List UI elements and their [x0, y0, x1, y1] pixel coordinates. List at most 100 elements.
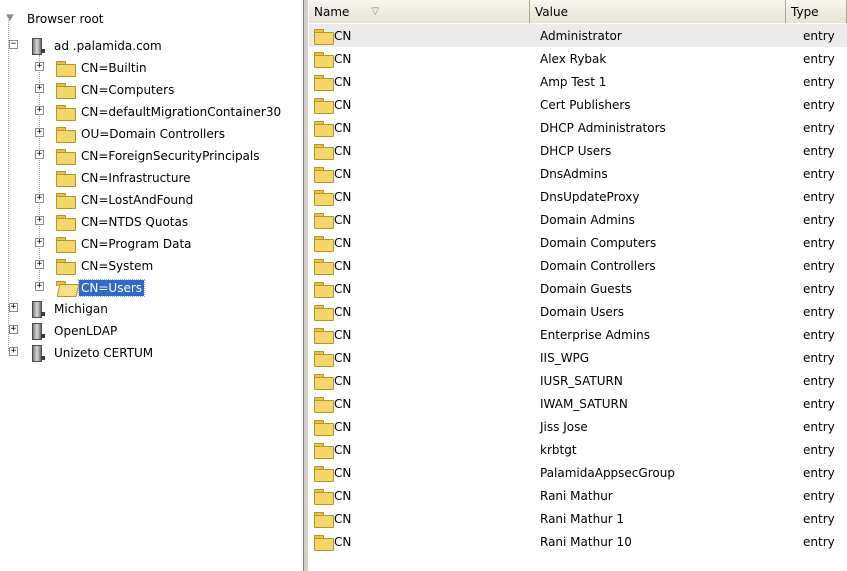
column-header-type[interactable]: Type — [786, 0, 847, 23]
tree-node-computers[interactable]: CN=Computers — [56, 79, 176, 100]
expand-toggle[interactable]: + — [35, 106, 44, 115]
value-cell: IIS_WPG — [540, 350, 590, 365]
value-cell: Alex Rybak — [540, 51, 607, 66]
folder-icon — [314, 51, 334, 68]
name-cell: CN — [314, 139, 351, 162]
table-row[interactable]: CN Domain Controllers entry — [309, 254, 847, 277]
table-row[interactable]: CN DnsUpdateProxy entry — [309, 185, 847, 208]
folder-icon — [56, 258, 76, 275]
tree-node-domain-controllers[interactable]: OU=Domain Controllers — [56, 123, 227, 144]
browser-root-icon: ⯆ — [4, 10, 16, 27]
table-row[interactable]: CN Domain Guests entry — [309, 277, 847, 300]
expand-toggle[interactable]: + — [35, 260, 44, 269]
name-cell: CN — [314, 231, 351, 254]
tree-node-browser-root[interactable]: ⯆ Browser root — [3, 8, 106, 29]
expand-toggle[interactable]: + — [35, 216, 44, 225]
expand-toggle[interactable]: + — [35, 62, 44, 71]
tree-node-michigan[interactable]: Michigan — [30, 298, 110, 319]
expand-toggle[interactable]: + — [35, 84, 44, 93]
table-row[interactable]: CN IIS_WPG entry — [309, 346, 847, 369]
list-header: Name ▽ Value Type — [309, 0, 847, 23]
folder-icon — [314, 488, 334, 505]
tree-node-label: Browser root — [27, 11, 104, 26]
expand-toggle[interactable]: + — [9, 347, 18, 356]
value-cell: Domain Computers — [540, 235, 657, 250]
table-row[interactable]: CN IWAM_SATURN entry — [309, 392, 847, 415]
value-cell: DnsAdmins — [540, 166, 608, 181]
type-cell: entry — [803, 74, 835, 89]
tree-node-label: CN=ForeignSecurityPrincipals — [81, 148, 260, 163]
folder-icon — [56, 60, 76, 77]
tree-line — [8, 20, 9, 351]
collapse-toggle[interactable]: − — [9, 40, 18, 49]
value-cell: Domain Controllers — [540, 258, 656, 273]
tree-node-ad-palamida[interactable]: ad .palamida.com — [30, 35, 164, 56]
name-cell: CN — [314, 530, 351, 553]
folder-icon — [314, 511, 334, 528]
tree-node-lost-and-found[interactable]: CN=LostAndFound — [56, 189, 195, 210]
tree-node-program-data[interactable]: CN=Program Data — [56, 233, 194, 254]
tree-node-ntds-quotas[interactable]: CN=NTDS Quotas — [56, 211, 190, 232]
folder-icon — [314, 212, 334, 229]
table-row[interactable]: CN Domain Computers entry — [309, 231, 847, 254]
folder-icon — [314, 235, 334, 252]
name-text: CN — [334, 465, 352, 480]
name-text: CN — [334, 442, 352, 457]
table-row[interactable]: CN Domain Users entry — [309, 300, 847, 323]
column-header-name[interactable]: Name ▽ — [309, 0, 530, 23]
tree-node-users[interactable]: CN=Users — [56, 277, 146, 298]
table-row[interactable]: CN Alex Rybak entry — [309, 47, 847, 70]
expand-toggle[interactable]: + — [35, 282, 44, 291]
tree-node-infrastructure[interactable]: CN=Infrastructure — [56, 167, 193, 188]
tree-node-label: CN=Users — [77, 278, 146, 297]
table-row[interactable]: CN IUSR_SATURN entry — [309, 369, 847, 392]
expand-toggle[interactable]: + — [35, 238, 44, 247]
table-row[interactable]: CN DHCP Administrators entry — [309, 116, 847, 139]
value-cell: Jiss Jose — [540, 419, 588, 434]
expand-toggle[interactable]: + — [35, 128, 44, 137]
tree-node-label: CN=Computers — [81, 82, 175, 97]
table-row[interactable]: CN Rani Mathur entry — [309, 484, 847, 507]
tree-node-foreign-security[interactable]: CN=ForeignSecurityPrincipals — [56, 145, 262, 166]
value-cell: IWAM_SATURN — [540, 396, 628, 411]
directory-tree[interactable]: ⯆ Browser root − ad .palamida.com + CN=B… — [0, 0, 303, 571]
name-text: CN — [334, 28, 352, 43]
table-row[interactable]: CN Amp Test 1 entry — [309, 70, 847, 93]
name-cell: CN — [314, 507, 351, 530]
table-row[interactable]: CN DHCP Users entry — [309, 139, 847, 162]
expand-toggle[interactable]: + — [9, 303, 18, 312]
expand-toggle[interactable]: + — [35, 194, 44, 203]
tree-node-builtin[interactable]: CN=Builtin — [56, 57, 149, 78]
table-row[interactable]: CN Domain Admins entry — [309, 208, 847, 231]
server-icon — [30, 300, 46, 318]
table-row[interactable]: CN DnsAdmins entry — [309, 162, 847, 185]
table-row[interactable]: CN Jiss Jose entry — [309, 415, 847, 438]
name-text: CN — [334, 212, 352, 227]
column-header-value[interactable]: Value — [530, 0, 786, 23]
tree-node-default-migration[interactable]: CN=defaultMigrationContainer30 — [56, 101, 283, 122]
table-row[interactable]: CN Administrator entry — [309, 24, 847, 47]
folder-icon — [56, 82, 76, 99]
tree-node-openldap[interactable]: OpenLDAP — [30, 320, 119, 341]
type-cell: entry — [803, 166, 835, 181]
name-cell: CN — [314, 323, 351, 346]
table-row[interactable]: CN Cert Publishers entry — [309, 93, 847, 116]
type-cell: entry — [803, 120, 835, 135]
table-row[interactable]: CN PalamidaAppsecGroup entry — [309, 461, 847, 484]
tree-node-unizeto-certum[interactable]: Unizeto CERTUM — [30, 342, 155, 363]
table-row[interactable]: CN Rani Mathur 10 entry — [309, 530, 847, 553]
attribute-list[interactable]: Name ▽ Value Type CN Administrator entry CN… — [309, 0, 847, 571]
expand-toggle[interactable]: + — [9, 325, 18, 334]
tree-node-system[interactable]: CN=System — [56, 255, 155, 276]
expand-toggle[interactable]: + — [35, 150, 44, 159]
table-row[interactable]: CN Enterprise Admins entry — [309, 323, 847, 346]
folder-icon — [314, 120, 334, 137]
folder-icon — [314, 442, 334, 459]
name-text: CN — [334, 396, 352, 411]
tree-node-label: CN=NTDS Quotas — [81, 214, 189, 229]
table-row[interactable]: CN krbtgt entry — [309, 438, 847, 461]
table-row[interactable]: CN Rani Mathur 1 entry — [309, 507, 847, 530]
server-icon — [30, 37, 46, 55]
folder-icon — [314, 350, 334, 367]
name-cell: CN — [314, 185, 351, 208]
